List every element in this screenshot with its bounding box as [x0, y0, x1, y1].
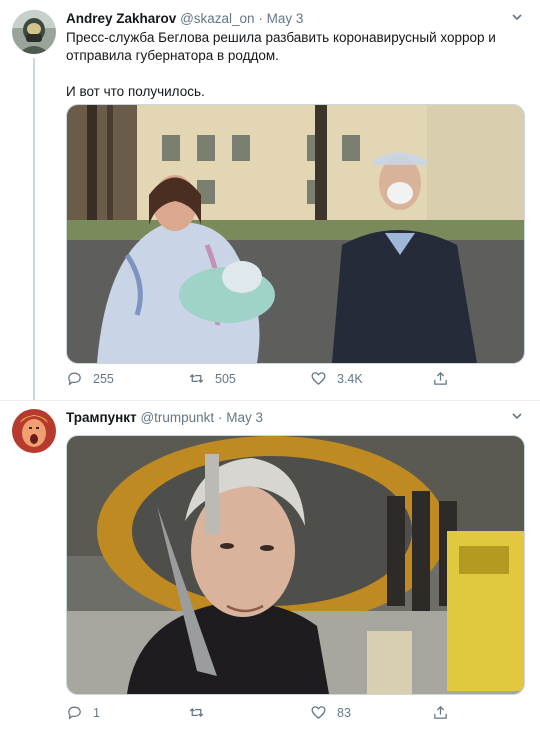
tweet-text-line: И вот что получилось. — [66, 84, 205, 99]
reply-button[interactable]: 1 — [66, 704, 100, 721]
chevron-down-icon[interactable] — [510, 409, 524, 423]
share-icon — [434, 371, 447, 385]
like-button[interactable]: 83 — [310, 704, 351, 721]
share-button[interactable] — [432, 704, 459, 721]
separator-dot: · — [258, 11, 263, 26]
retweet-button[interactable]: 505 — [188, 370, 236, 387]
share-button[interactable] — [432, 370, 459, 387]
tweet-2[interactable]: Трампункт @trumpunkt · May 3 1 83 — [0, 400, 540, 730]
reply-count: 1 — [93, 705, 100, 720]
retweet-icon — [189, 374, 204, 383]
reply-button[interactable]: 255 — [66, 370, 114, 387]
tweet-actions: 1 83 — [66, 704, 466, 724]
tweet-photo[interactable] — [66, 435, 525, 695]
reply-icon — [68, 372, 81, 386]
tweet-photo[interactable] — [66, 104, 525, 364]
like-count: 83 — [337, 705, 351, 720]
tweet-header: Трампункт @trumpunkt · May 3 — [66, 410, 510, 425]
tweet-actions: 255 505 3.4K — [66, 370, 466, 390]
tweet-1[interactable]: Andrey Zakharov @skazal_on · May 3 Пресс… — [0, 0, 540, 400]
tweet-text: Пресс-служба Беглова решила разбавить ко… — [66, 29, 516, 101]
user-name[interactable]: Andrey Zakharov — [66, 11, 176, 26]
tweet-text-line: отправила губернатора в роддом. — [66, 48, 279, 63]
retweet-count: 505 — [215, 371, 236, 386]
reply-count: 255 — [93, 371, 114, 386]
like-count: 3.4K — [337, 371, 363, 386]
tweet-text-line: Пресс-служба Беглова решила разбавить ко… — [66, 30, 496, 45]
tweet-date[interactable]: May 3 — [267, 11, 304, 26]
thread-connector — [33, 58, 35, 400]
separator-dot: · — [217, 410, 223, 425]
retweet-icon — [189, 708, 204, 717]
tweet-date[interactable]: May 3 — [226, 410, 263, 425]
retweet-button[interactable] — [188, 704, 215, 721]
chevron-down-icon[interactable] — [510, 10, 524, 24]
avatar[interactable] — [12, 409, 56, 453]
avatar[interactable] — [12, 10, 56, 54]
user-handle[interactable]: @skazal_on — [180, 11, 255, 26]
heart-icon — [311, 372, 326, 385]
share-icon — [434, 705, 447, 719]
heart-icon — [311, 706, 326, 719]
user-handle[interactable]: @trumpunkt — [140, 410, 214, 425]
tweet-header: Andrey Zakharov @skazal_on · May 3 — [66, 11, 510, 26]
reply-icon — [68, 706, 81, 720]
user-name[interactable]: Трампункт — [66, 410, 137, 425]
like-button[interactable]: 3.4K — [310, 370, 363, 387]
